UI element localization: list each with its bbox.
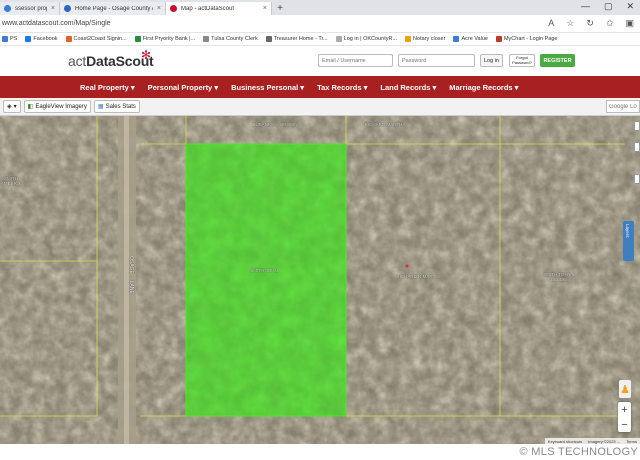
parcel-label: EUBANKS ... BROWN bbox=[252, 122, 298, 127]
parcel-label: RICHARD N MARTHA bbox=[396, 274, 442, 279]
bookmark-item[interactable]: Log in | OKCountyR... bbox=[335, 36, 397, 42]
eagleview-imagery-button[interactable]: ◧ EagleView Imagery bbox=[23, 100, 91, 113]
map-edge-control[interactable] bbox=[634, 142, 640, 152]
road-label: OSAGE ... LANE bbox=[128, 256, 134, 294]
register-button[interactable]: REGISTER bbox=[540, 54, 575, 67]
sales-stats-button[interactable]: ▦ Sales Stats bbox=[93, 100, 140, 113]
forgot-password-button[interactable]: Forgot Password? bbox=[509, 54, 535, 67]
bookmark-item[interactable]: PS bbox=[2, 36, 17, 42]
bookmark-icon bbox=[405, 36, 412, 42]
bookmark-icon bbox=[495, 36, 502, 42]
url-text[interactable]: www.actdatascout.com/Map/Single bbox=[2, 20, 111, 27]
bookmark-item[interactable]: Facebook bbox=[25, 36, 58, 42]
parcel-label: SMITH JOHN bbox=[250, 268, 278, 273]
chevron-down-icon: ▾ bbox=[13, 104, 17, 110]
favorites-icon[interactable]: ✩ bbox=[606, 18, 614, 29]
bookmark-icon bbox=[265, 36, 272, 42]
bookmark-icon bbox=[335, 36, 342, 42]
bookmark-icon bbox=[203, 36, 210, 42]
map-edge-control[interactable] bbox=[634, 174, 640, 184]
close-icon[interactable]: × bbox=[47, 5, 55, 12]
email-field[interactable] bbox=[318, 54, 393, 67]
street-view-pegman-icon[interactable]: ♟ bbox=[619, 380, 631, 398]
browser-tab[interactable]: ssessor property c... × bbox=[0, 2, 60, 15]
address-bar-icons: A ☆ ↻ ✩ ▣ bbox=[548, 18, 634, 29]
tab-favicon-icon bbox=[4, 5, 11, 12]
close-icon[interactable]: × bbox=[259, 5, 267, 12]
zoom-out-button[interactable]: − bbox=[618, 417, 631, 432]
facebook-icon bbox=[25, 36, 32, 42]
minimize-icon[interactable]: — bbox=[581, 1, 590, 12]
bookmark-item[interactable]: MyChart - Login Page bbox=[495, 36, 557, 42]
nav-land-records[interactable]: Land Records ▾ bbox=[380, 83, 436, 92]
bookmark-icon bbox=[134, 36, 141, 42]
bookmarks-bar: PS Facebook Coast2Coast Signin... First … bbox=[0, 33, 640, 46]
bookmark-item[interactable]: Tulsa County Clerk bbox=[203, 36, 258, 42]
close-icon[interactable]: × bbox=[153, 5, 161, 12]
address-bar[interactable]: www.actdatascout.com/Map/Single A ☆ ↻ ✩ … bbox=[0, 15, 640, 33]
nav-business-personal[interactable]: Business Personal ▾ bbox=[231, 83, 304, 92]
refresh-icon[interactable]: ↻ bbox=[586, 18, 594, 29]
browser-tab[interactable]: Home Page - Osage County Ass... × bbox=[60, 2, 166, 15]
password-field[interactable] bbox=[398, 54, 475, 67]
bookmark-icon bbox=[2, 36, 8, 42]
aerial-map[interactable]: SMITH AMBER & ... EUBANKS ... BROWN SMIT… bbox=[0, 116, 640, 444]
parcel-marker[interactable] bbox=[405, 264, 409, 268]
map-toolbar: ◈ ▾ ◧ EagleView Imagery ▦ Sales Stats bbox=[0, 98, 640, 116]
login-button[interactable]: Log in bbox=[480, 54, 503, 67]
watermark: © MLS TECHNOLOGY bbox=[519, 446, 638, 458]
bookmark-icon bbox=[453, 36, 460, 42]
google-location-search-input[interactable] bbox=[606, 100, 640, 113]
site-header: actDataScout ✻ Log in Forgot Password? R… bbox=[0, 46, 640, 76]
zoom-in-button[interactable]: + bbox=[618, 402, 631, 417]
bookmark-item[interactable]: First Pryority Bank |... bbox=[134, 36, 195, 42]
favorite-star-icon[interactable]: ☆ bbox=[566, 18, 574, 29]
bookmark-item[interactable]: Notary closer bbox=[405, 36, 445, 42]
imagery-icon: ◧ bbox=[27, 104, 34, 110]
nav-real-property[interactable]: Real Property ▾ bbox=[80, 83, 135, 92]
layers-side-tab[interactable]: Layers bbox=[623, 221, 634, 261]
bottom-strip: © MLS TECHNOLOGY bbox=[0, 444, 640, 460]
tab-favicon-icon bbox=[64, 5, 71, 12]
bookmark-item[interactable]: Acre Value bbox=[453, 36, 488, 42]
window-controls: — ▢ ✕ bbox=[581, 1, 634, 12]
close-window-icon[interactable]: ✕ bbox=[626, 1, 634, 12]
bookmark-item[interactable]: Coast2Coast Signin... bbox=[65, 36, 127, 42]
layers-dropdown-button[interactable]: ◈ ▾ bbox=[3, 100, 21, 113]
bookmark-icon bbox=[65, 36, 72, 42]
main-nav: Real Property ▾ Personal Property ▾ Busi… bbox=[0, 76, 640, 98]
browser-tab-active[interactable]: Map - actDataScout × bbox=[166, 2, 272, 15]
new-tab-icon[interactable]: + bbox=[272, 2, 288, 15]
collections-icon[interactable]: ▣ bbox=[625, 18, 634, 29]
map-edge-control[interactable] bbox=[634, 121, 640, 131]
tab-favicon-icon bbox=[170, 5, 177, 12]
bookmark-item[interactable]: Treasurer Home - Tr... bbox=[265, 36, 328, 42]
layers-icon: ◈ bbox=[7, 104, 12, 110]
parcel-label: RICHARD MARTHA bbox=[364, 122, 406, 127]
parcel-label: SMITH TONY & DEBBIE bbox=[543, 272, 575, 282]
logo-mark-icon: ✻ bbox=[141, 48, 152, 62]
nav-tax-records[interactable]: Tax Records ▾ bbox=[317, 83, 367, 92]
nav-personal-property[interactable]: Personal Property ▾ bbox=[148, 83, 218, 92]
parcel-label: SMITH AMBER & ... bbox=[0, 176, 22, 191]
browser-tab-strip: ssessor property c... × Home Page - Osag… bbox=[0, 0, 640, 15]
zoom-control: + − bbox=[618, 402, 631, 432]
nav-marriage-records[interactable]: Marriage Records ▾ bbox=[449, 83, 518, 92]
maximize-icon[interactable]: ▢ bbox=[604, 1, 613, 12]
sales-stats-icon: ▦ bbox=[97, 104, 104, 110]
read-aloud-icon[interactable]: A bbox=[548, 18, 554, 29]
